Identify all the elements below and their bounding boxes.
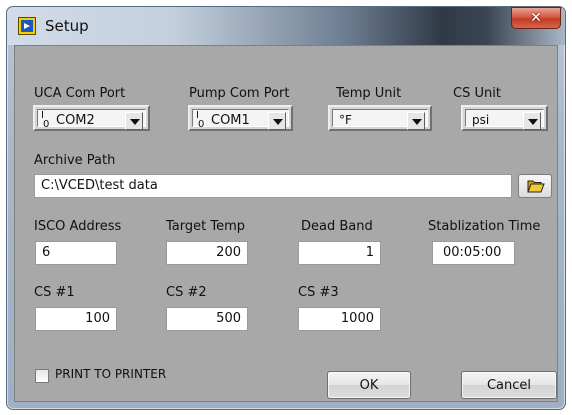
close-icon: ✕ [530,10,542,26]
pump-com-port-select[interactable]: I 0 COM1 [188,105,293,131]
cs-unit-select[interactable]: psi [461,105,548,131]
chevron-down-icon[interactable] [523,112,541,130]
stabilization-time-label: Stablization Time [428,219,541,234]
dead-band-label: Dead Band [301,219,373,234]
isco-address-input[interactable]: 6 [35,241,117,265]
browse-folder-button[interactable] [518,174,552,198]
cs-unit-value: psi [472,113,490,127]
print-to-printer-checkbox[interactable] [35,369,49,383]
archive-path-label: Archive Path [34,153,116,168]
io-ring-icon: I 0 [196,110,205,130]
pump-com-port-value: COM1 [211,113,250,128]
stabilization-time-input[interactable]: 00:05:00 [432,241,515,265]
uca-com-port-value: COM2 [56,113,95,128]
isco-address-label: ISCO Address [34,219,122,234]
temp-unit-label: Temp Unit [336,86,402,101]
chevron-down-icon[interactable] [407,112,425,130]
cs1-label: CS #1 [34,285,75,300]
cancel-button[interactable]: Cancel [461,371,557,399]
title-bar[interactable]: Setup ✕ [7,7,565,45]
cs-unit-label: CS Unit [453,86,501,101]
target-temp-input[interactable]: 200 [166,241,248,265]
close-button[interactable]: ✕ [511,7,561,29]
target-temp-label: Target Temp [166,219,245,234]
temp-unit-select[interactable]: °F [328,105,432,131]
chevron-down-icon[interactable] [268,112,286,130]
setup-dialog-window: Setup ✕ UCA Com Port Pump Com Port Temp … [6,6,566,410]
uca-com-port-select[interactable]: I 0 COM2 [33,105,150,131]
labview-window-icon [18,17,36,35]
window-title: Setup [45,17,89,35]
cs3-label: CS #3 [298,285,339,300]
cs1-input[interactable]: 100 [35,307,117,331]
io-ring-icon: I 0 [41,110,50,130]
ok-button[interactable]: OK [327,371,411,399]
dialog-client-area: UCA Com Port Pump Com Port Temp Unit CS … [14,45,558,402]
pump-com-port-label: Pump Com Port [189,86,290,101]
dead-band-input[interactable]: 1 [298,241,381,265]
chevron-down-icon[interactable] [125,112,143,130]
archive-path-input[interactable]: C:\VCED\test data [34,174,512,198]
uca-com-port-label: UCA Com Port [34,86,126,101]
print-to-printer-label: PRINT TO PRINTER [55,367,167,381]
cs2-label: CS #2 [166,285,207,300]
folder-open-icon [527,180,545,193]
cs2-input[interactable]: 500 [166,307,248,331]
temp-unit-value: °F [339,113,352,127]
cs3-input[interactable]: 1000 [298,307,381,331]
